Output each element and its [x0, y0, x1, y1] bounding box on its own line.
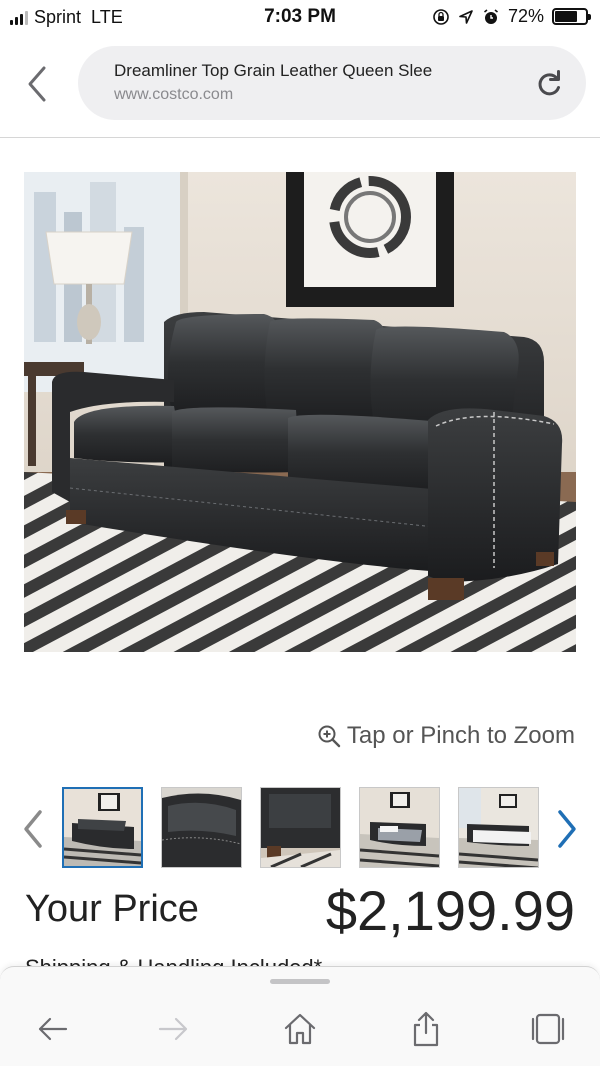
price-label: Your Price	[25, 888, 199, 930]
battery-icon	[552, 8, 591, 25]
sheet-grabber[interactable]	[270, 979, 330, 984]
chevron-left-icon[interactable]	[22, 62, 52, 106]
back-arrow-icon[interactable]	[32, 1009, 72, 1049]
forward-arrow-icon[interactable]	[154, 1009, 194, 1049]
thumbnail-5[interactable]	[458, 787, 539, 868]
thumbnail-image	[459, 788, 538, 867]
page-title: Dreamliner Top Grain Leather Queen Slee	[114, 61, 433, 80]
product-image[interactable]	[24, 172, 576, 652]
zoom-hint: Tap or Pinch to Zoom	[317, 722, 575, 750]
thumbnail-image	[360, 788, 439, 867]
thumbnail-2[interactable]	[161, 787, 242, 868]
status-bar: Sprint LTE 7:03 PM 72%	[0, 0, 600, 34]
page-domain: www.costco.com	[114, 86, 234, 103]
thumbnail-3[interactable]	[260, 787, 341, 868]
location-arrow-icon	[459, 9, 473, 24]
chevron-left-icon[interactable]	[18, 808, 48, 850]
battery-percent: 72%	[507, 6, 544, 26]
thumbnail-image	[261, 788, 340, 867]
header-divider	[0, 137, 600, 138]
thumbnail-image	[64, 789, 141, 866]
share-icon[interactable]	[406, 1009, 446, 1049]
orientation-lock-icon	[433, 8, 449, 25]
price-value: $2,199.99	[325, 879, 575, 942]
sofa-photo	[24, 172, 576, 652]
thumbnail-1[interactable]	[62, 787, 143, 868]
thumbnail-image	[162, 788, 241, 867]
reload-icon[interactable]	[534, 68, 566, 100]
zoom-hint-text: Tap or Pinch to Zoom	[346, 722, 575, 749]
browser-toolbar	[0, 966, 600, 1066]
thumbnail-4[interactable]	[359, 787, 440, 868]
zoom-in-icon	[318, 725, 341, 748]
alarm-icon	[483, 8, 498, 24]
tabs-icon[interactable]	[528, 1009, 568, 1049]
thumbnail-carousel	[62, 787, 539, 868]
address-bar[interactable]: Dreamliner Top Grain Leather Queen Slee …	[78, 46, 586, 120]
home-icon[interactable]	[280, 1009, 320, 1049]
chevron-right-icon[interactable]	[552, 808, 582, 850]
